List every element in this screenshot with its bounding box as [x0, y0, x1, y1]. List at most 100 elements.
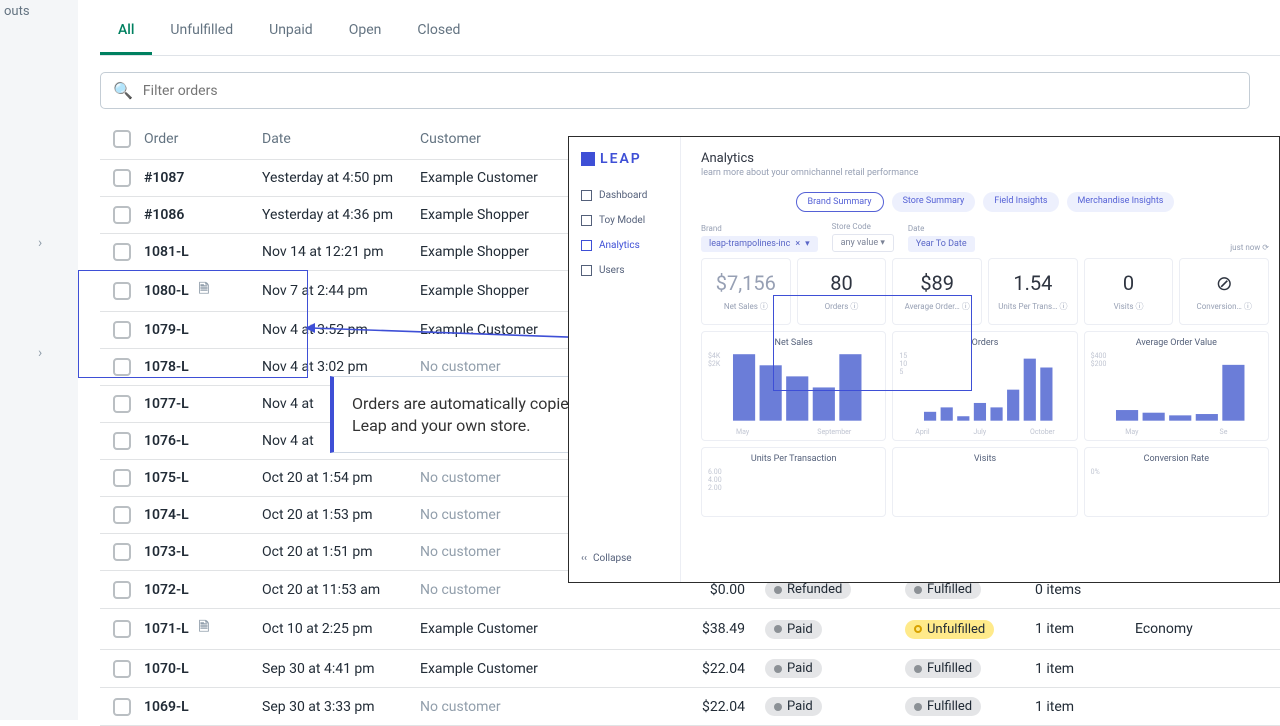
store-label: Store Code — [832, 222, 894, 231]
kpi-label: Conversion… ⓘ — [1186, 301, 1262, 312]
date-chip[interactable]: Year To Date — [908, 236, 975, 252]
chevron-right-icon[interactable]: › — [0, 333, 78, 373]
table-row[interactable]: 1071-L🗎Oct 10 at 2:25 pmExample Customer… — [100, 609, 1280, 650]
kpi-value: 0 — [1091, 271, 1167, 295]
search-icon: 🔍 — [113, 81, 133, 100]
table-row[interactable]: 1069-LSep 30 at 3:33 pmNo customer$22.04… — [100, 688, 1280, 726]
order-id: 1077-L — [144, 396, 262, 412]
order-id: 1071-L🗎 — [144, 618, 262, 640]
order-id: 1070-L — [144, 661, 262, 677]
chart-title: Visits — [899, 454, 1070, 464]
brand-chip[interactable]: leap-trampolines-inc×▾ — [701, 236, 818, 252]
order-date: Oct 20 at 1:54 pm — [262, 470, 420, 486]
header-date[interactable]: Date — [262, 131, 420, 147]
select-all-checkbox[interactable] — [113, 130, 131, 148]
order-id: 1075-L — [144, 470, 262, 486]
chart-title: Average Order Value — [1091, 338, 1262, 348]
order-id: 1081-L — [144, 244, 262, 260]
row-checkbox[interactable] — [113, 660, 131, 678]
fulfillment-status: Unfulfilled — [905, 620, 1035, 639]
collapse-button[interactable]: ‹‹Collapse — [569, 545, 680, 572]
leap-tab[interactable]: Merchandise Insights — [1067, 192, 1175, 212]
row-checkbox[interactable] — [113, 543, 131, 561]
leap-sidebar: LEAP DashboardToy ModelAnalyticsUsers ‹‹… — [569, 137, 681, 582]
leap-nav-dashboard[interactable]: Dashboard — [569, 183, 680, 208]
kpi-card[interactable]: 0Visits ⓘ — [1084, 258, 1174, 325]
date-label: Date — [908, 224, 975, 233]
row-checkbox[interactable] — [113, 581, 131, 599]
order-id: #1087 — [144, 170, 262, 186]
kpi-value: ⊘ — [1186, 271, 1262, 295]
order-date: Oct 20 at 11:53 am — [262, 582, 420, 598]
fulfillment-status: Fulfilled — [905, 697, 1035, 716]
order-date: Oct 20 at 1:51 pm — [262, 544, 420, 560]
sidebar-item[interactable]: outs — [0, 0, 78, 23]
order-customer: No customer — [420, 582, 645, 598]
leap-nav-toy-model[interactable]: Toy Model — [569, 208, 680, 233]
highlight-box — [78, 270, 308, 378]
order-customer: No customer — [420, 699, 645, 715]
order-items: 1 item — [1035, 621, 1135, 637]
search-input[interactable]: 🔍 — [100, 72, 1250, 109]
store-select[interactable]: any value ▾ — [832, 234, 894, 252]
row-checkbox[interactable] — [113, 698, 131, 716]
refreshed-label: just now ⟳ — [1230, 243, 1269, 252]
order-id: 1076-L — [144, 433, 262, 449]
order-id: 1073-L — [144, 544, 262, 560]
chart-title: Units Per Transaction — [708, 454, 879, 464]
row-checkbox[interactable] — [113, 206, 131, 224]
leap-nav-users[interactable]: Users — [569, 258, 680, 283]
row-checkbox[interactable] — [113, 169, 131, 187]
order-id: 1072-L — [144, 582, 262, 598]
order-shipping: Economy — [1135, 621, 1255, 637]
tab-unpaid[interactable]: Unpaid — [251, 8, 331, 55]
chart-card: Units Per Transaction6.004.002.00 — [701, 447, 886, 517]
tab-open[interactable]: Open — [331, 8, 400, 55]
kpi-value: 80 — [804, 271, 880, 295]
tab-closed[interactable]: Closed — [399, 8, 478, 55]
nav-icon — [581, 240, 592, 251]
leap-tab[interactable]: Field Insights — [983, 192, 1058, 212]
kpi-card[interactable]: ⊘ Conversion… ⓘ — [1179, 258, 1269, 325]
nav-icon — [581, 190, 592, 201]
table-row[interactable]: 1070-LSep 30 at 4:41 pmExample Customer$… — [100, 650, 1280, 688]
filter-orders-field[interactable] — [143, 83, 1237, 99]
brand-label: Brand — [701, 224, 818, 233]
leap-logo: LEAP — [569, 147, 680, 183]
close-icon[interactable]: × — [795, 239, 800, 249]
leap-tab[interactable]: Brand Summary — [796, 192, 884, 212]
payment-status: Paid — [765, 620, 905, 639]
header-order[interactable]: Order — [144, 131, 262, 147]
order-id: 1069-L — [144, 699, 262, 715]
tab-all[interactable]: All — [100, 8, 152, 55]
order-date: Yesterday at 4:50 pm — [262, 170, 420, 186]
leap-tab[interactable]: Store Summary — [892, 192, 976, 212]
leap-page-title: Analytics — [701, 151, 1269, 166]
chart-card: Average Order Value$400$200MaySe — [1084, 331, 1269, 441]
row-checkbox[interactable] — [113, 243, 131, 261]
row-checkbox[interactable] — [113, 506, 131, 524]
order-customer: Example Customer — [420, 621, 645, 637]
leap-analytics-tabs: Brand Summary Store Summary Field Insights… — [701, 192, 1269, 212]
order-items: 0 items — [1035, 582, 1135, 598]
row-checkbox[interactable] — [113, 395, 131, 413]
nav-icon — [581, 265, 592, 276]
chart-card: Conversion Rate0% — [1084, 447, 1269, 517]
order-date: Sep 30 at 3:33 pm — [262, 699, 420, 715]
row-checkbox[interactable] — [113, 469, 131, 487]
row-checkbox[interactable] — [113, 432, 131, 450]
chevron-right-icon[interactable]: › — [0, 223, 78, 263]
leap-nav-analytics[interactable]: Analytics — [569, 233, 680, 258]
kpi-value: $7,156 — [708, 271, 784, 295]
order-date: Oct 20 at 1:53 pm — [262, 507, 420, 523]
nav-icon — [581, 215, 592, 226]
order-total: $0.00 — [645, 582, 765, 598]
kpi-value: 1.54 — [995, 271, 1071, 295]
row-checkbox[interactable] — [113, 620, 131, 638]
kpi-card[interactable]: 1.54Units Per Trans… ⓘ — [988, 258, 1078, 325]
order-items: 1 item — [1035, 699, 1135, 715]
kpi-highlight-box — [773, 295, 972, 391]
order-id: #1086 — [144, 207, 262, 223]
fulfillment-status: Fulfilled — [905, 659, 1035, 678]
tab-unfulfilled[interactable]: Unfulfilled — [152, 8, 251, 55]
